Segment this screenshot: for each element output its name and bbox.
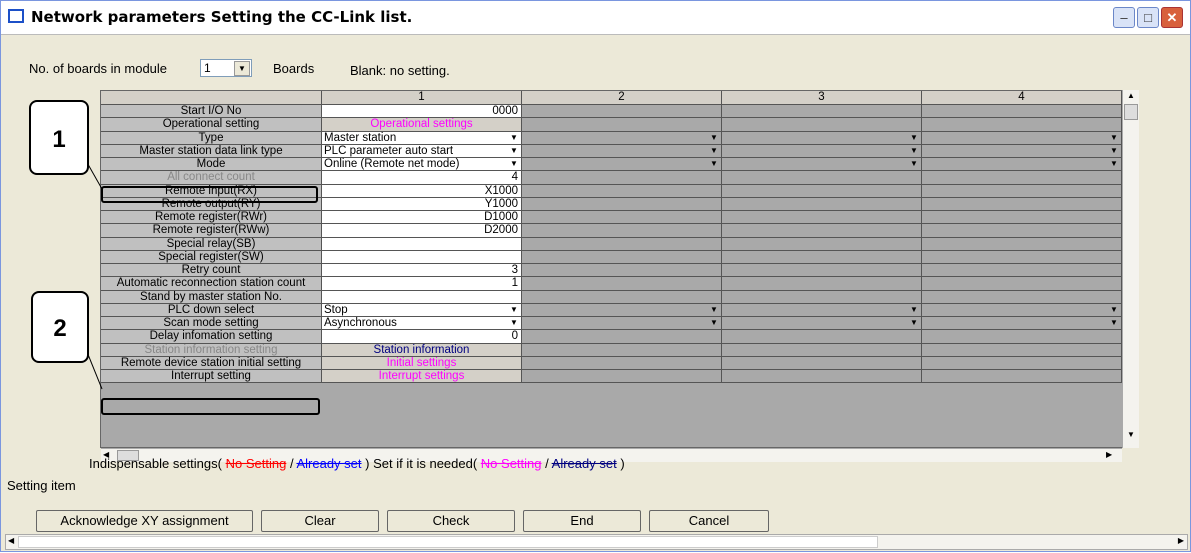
legend-if-needed: Set if it is needed(: [373, 456, 478, 471]
callout-1: 1: [29, 100, 89, 175]
bottom-scroll-left-icon[interactable]: ◀: [8, 536, 14, 545]
legend-indispensable: Indispensable settings(: [89, 456, 222, 471]
check-button[interactable]: Check: [387, 510, 515, 532]
clear-button[interactable]: Clear: [261, 510, 379, 532]
legend-no-setting: No Setting: [225, 456, 287, 471]
legend-sep-2: /: [545, 456, 549, 471]
bottom-scrollbar[interactable]: ◀ ▶: [5, 534, 1188, 550]
bottom-scroll-thumb[interactable]: [18, 536, 878, 548]
bottom-scroll-right-icon[interactable]: ▶: [1178, 536, 1184, 545]
callout-2: 2: [31, 291, 89, 363]
acknowledge-xy-button[interactable]: Acknowledge XY assignment: [36, 510, 253, 532]
legend-already-set: Already set: [296, 456, 362, 471]
setting-item-label: Setting item: [7, 478, 76, 493]
legend-already-set-2: Already set: [551, 456, 617, 471]
legend-no-setting-2: No Setting: [480, 456, 542, 471]
end-button[interactable]: End: [523, 510, 641, 532]
window: Network parameters Setting the CC-Link l…: [0, 0, 1191, 552]
legend-close: ): [365, 456, 370, 471]
legend-sep: /: [289, 456, 294, 471]
legend: Indispensable settings( No Setting / Alr…: [89, 456, 625, 471]
legend-close-2: ): [620, 456, 625, 471]
cancel-button[interactable]: Cancel: [649, 510, 769, 532]
